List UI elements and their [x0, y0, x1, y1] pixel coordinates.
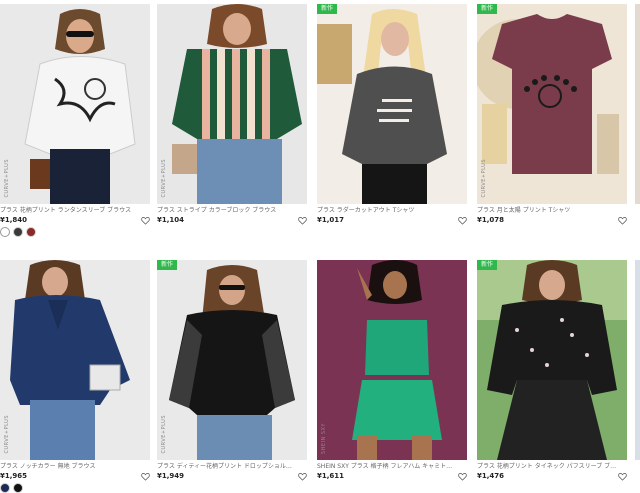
product-price: ¥1,840	[0, 216, 28, 224]
new-badge: 新作	[477, 260, 498, 270]
product-price: ¥1,611	[317, 472, 345, 480]
heart-icon[interactable]	[458, 216, 467, 225]
new-badge: 新作	[477, 4, 498, 14]
next-card-edge	[635, 4, 640, 204]
product-card[interactable]: CURVE+PLUS プラス ノッチカラー 無地 ブラウス ¥1,965	[0, 260, 150, 493]
product-title[interactable]: プラス ノッチカラー 無地 ブラウス	[0, 462, 140, 471]
product-card[interactable]: CURVE+PLUS プラス ストライプ カラーブロック ブラウス ¥1,104	[157, 4, 307, 225]
product-title[interactable]: プラス 花柄プリント タイネック パフスリーブ ブラウス	[477, 462, 617, 471]
heart-icon[interactable]	[141, 472, 150, 481]
next-card-edge	[635, 260, 640, 460]
color-swatch[interactable]	[0, 483, 10, 493]
color-swatch[interactable]	[26, 227, 36, 237]
brand-watermark: SHEIN SXY	[321, 422, 327, 454]
brand-watermark: CURVE+PLUS	[4, 159, 10, 198]
product-image[interactable]: SHEIN SXY	[317, 260, 467, 460]
product-price: ¥1,965	[0, 472, 28, 480]
product-price: ¥1,476	[477, 472, 505, 480]
product-title[interactable]: プラス ラダーカットアウト Tシャツ	[317, 206, 457, 215]
color-swatch[interactable]	[13, 483, 23, 493]
color-swatches	[0, 483, 150, 493]
heart-icon[interactable]	[298, 472, 307, 481]
product-card[interactable]: SHEIN SXY SHEIN SXY プラス 格子柄 フレアハム キャミトップ…	[317, 260, 467, 481]
product-title[interactable]: プラス ストライプ カラーブロック ブラウス	[157, 206, 297, 215]
brand-watermark: CURVE+PLUS	[161, 415, 167, 454]
product-price: ¥1,078	[477, 216, 505, 224]
product-title[interactable]: SHEIN SXY プラス 格子柄 フレアハム キャミトップ	[317, 462, 457, 471]
product-title[interactable]: プラス ディティー花柄プリント ドロップショルダー Tシ...	[157, 462, 297, 471]
heart-icon[interactable]	[458, 472, 467, 481]
heart-icon[interactable]	[618, 216, 627, 225]
product-image[interactable]: 新作	[317, 4, 467, 204]
product-price: ¥1,104	[157, 216, 185, 224]
brand-watermark: CURVE+PLUS	[161, 159, 167, 198]
product-image[interactable]: 新作 CURVE+PLUS	[477, 4, 627, 204]
new-badge: 新作	[157, 260, 178, 270]
new-badge: 新作	[317, 4, 338, 14]
product-price: ¥1,949	[157, 472, 185, 480]
product-card[interactable]: 新作 CURVE+PLUS プラス 月と太陽 プリント Tシャツ ¥1,078	[477, 4, 627, 225]
product-card[interactable]: 新作 CURVE+PLUS プラス ディティー花柄プリント ドロップショルダー …	[157, 260, 307, 481]
heart-icon[interactable]	[141, 216, 150, 225]
product-image[interactable]: CURVE+PLUS	[157, 4, 307, 204]
heart-icon[interactable]	[298, 216, 307, 225]
product-image[interactable]: 新作 CURVE+PLUS	[157, 260, 307, 460]
color-swatches	[0, 227, 150, 237]
product-card[interactable]: CURVE+PLUS プラス 花柄プリント ランタンスリーブ ブラウス ¥1,8…	[0, 4, 150, 237]
heart-icon[interactable]	[618, 472, 627, 481]
product-card[interactable]: 新作 プラス 花柄プリント タイネック パフスリーブ ブラウス ¥1,476	[477, 260, 627, 481]
product-card[interactable]: 新作 プラス ラダーカットアウト Tシャツ ¥1,017	[317, 4, 467, 225]
brand-watermark: CURVE+PLUS	[481, 159, 487, 198]
color-swatch[interactable]	[0, 227, 10, 237]
product-title[interactable]: プラス 花柄プリント ランタンスリーブ ブラウス	[0, 206, 140, 215]
brand-watermark: CURVE+PLUS	[4, 415, 10, 454]
product-price: ¥1,017	[317, 216, 345, 224]
product-image[interactable]: CURVE+PLUS	[0, 260, 150, 460]
color-swatch[interactable]	[13, 227, 23, 237]
product-image[interactable]: 新作	[477, 260, 627, 460]
product-title[interactable]: プラス 月と太陽 プリント Tシャツ	[477, 206, 617, 215]
product-image[interactable]: CURVE+PLUS	[0, 4, 150, 204]
